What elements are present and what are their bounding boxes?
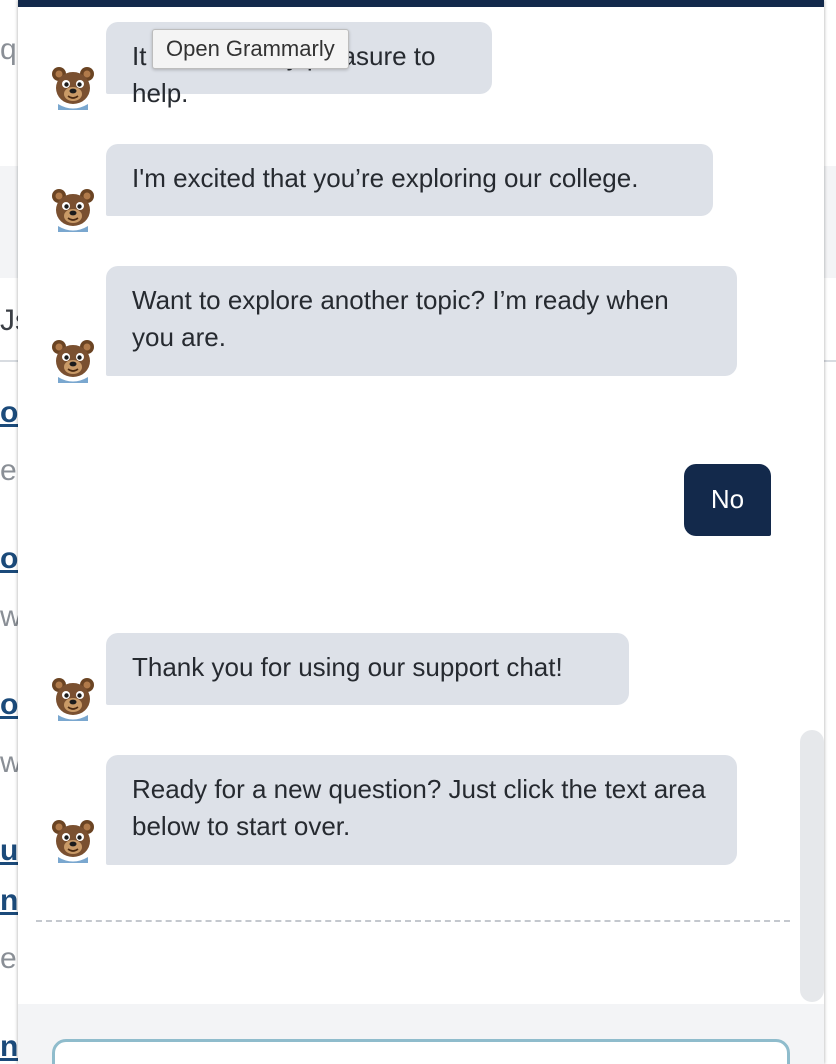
bear-mascot-icon — [50, 817, 96, 863]
bot-message-bubble: Ready for a new question? Just click the… — [106, 755, 737, 865]
user-message-bubble: No — [684, 464, 771, 536]
message-input[interactable] — [52, 1039, 790, 1064]
chat-header-bar — [18, 0, 824, 7]
bot-message-bubble: Want to explore another topic? I’m ready… — [106, 266, 737, 376]
bear-mascot-icon — [50, 186, 96, 232]
background-link-fragment[interactable]: n — [0, 886, 18, 916]
bot-message-bubble: I'm excited that you’re exploring our co… — [106, 144, 713, 216]
background-link-fragment[interactable]: n — [0, 1032, 18, 1062]
chat-panel: It would be my pleasure to help. I'm exc… — [18, 0, 824, 1064]
background-text-fragment: e — [0, 942, 17, 975]
bear-mascot-icon — [50, 337, 96, 383]
conversation-end-divider — [36, 920, 790, 922]
grammarly-tooltip: Open Grammarly — [152, 29, 349, 69]
bot-message-bubble: Thank you for using our support chat! — [106, 633, 629, 705]
background-link-fragment[interactable]: o — [0, 398, 18, 428]
chat-scrollbar[interactable] — [800, 730, 824, 1002]
background-text-fragment: q — [0, 33, 17, 66]
background-link-fragment[interactable]: o — [0, 544, 18, 574]
bear-mascot-icon — [50, 64, 96, 110]
background-link-fragment[interactable]: o — [0, 690, 18, 720]
bear-mascot-icon — [50, 675, 96, 721]
background-text-fragment: e — [0, 454, 17, 487]
